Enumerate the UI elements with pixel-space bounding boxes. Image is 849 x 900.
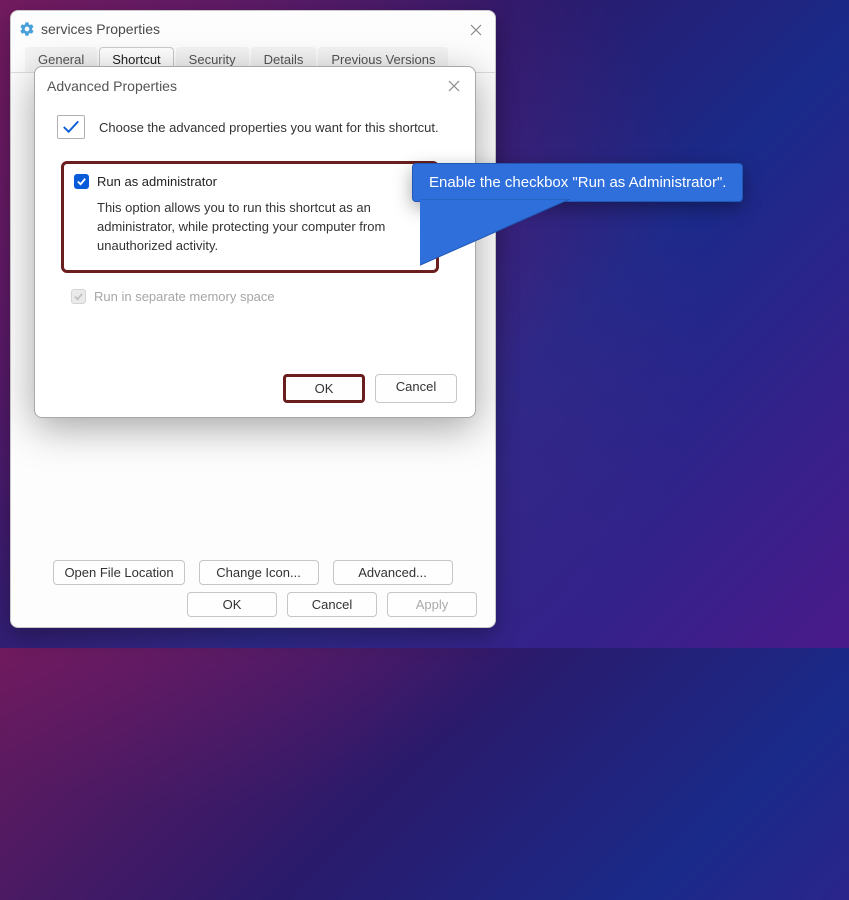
run-as-admin-row: Run as administrator — [74, 174, 422, 189]
advanced-properties-body: Choose the advanced properties you want … — [35, 105, 475, 304]
properties-title: services Properties — [41, 21, 160, 37]
choose-label: Choose the advanced properties you want … — [99, 120, 439, 135]
close-button[interactable] — [465, 19, 487, 41]
open-file-location-button[interactable]: Open File Location — [53, 560, 184, 585]
check-icon — [61, 119, 81, 135]
close-icon — [448, 80, 460, 92]
advanced-properties-title: Advanced Properties — [47, 78, 177, 94]
apply-button[interactable]: Apply — [387, 592, 477, 617]
advanced-properties-dialog: Advanced Properties Choose the advanced … — [34, 66, 476, 418]
cancel-button[interactable]: Cancel — [287, 592, 377, 617]
change-icon-button[interactable]: Change Icon... — [199, 560, 319, 585]
advanced-properties-titlebar[interactable]: Advanced Properties — [35, 67, 475, 105]
run-as-admin-label[interactable]: Run as administrator — [97, 174, 217, 189]
annotation-callout: Enable the checkbox "Run as Administrato… — [412, 163, 743, 202]
annotation-text: Enable the checkbox "Run as Administrato… — [412, 163, 743, 202]
separate-memory-row: Run in separate memory space — [71, 289, 457, 304]
check-icon — [76, 176, 87, 187]
properties-titlebar[interactable]: services Properties — [11, 11, 495, 47]
advanced-okcancel-row: OK Cancel — [283, 374, 457, 403]
ok-button[interactable]: OK — [283, 374, 365, 403]
separate-memory-checkbox — [71, 289, 86, 304]
separate-memory-label: Run in separate memory space — [94, 289, 275, 304]
run-as-admin-description: This option allows you to run this short… — [97, 199, 422, 256]
shortcut-action-buttons: Open File Location Change Icon... Advanc… — [51, 560, 455, 585]
gear-icon — [19, 21, 35, 37]
cancel-button[interactable]: Cancel — [375, 374, 457, 403]
ok-button[interactable]: OK — [187, 592, 277, 617]
properties-okcancel-row: OK Cancel Apply — [187, 592, 477, 617]
choose-row: Choose the advanced properties you want … — [57, 115, 457, 139]
run-as-admin-highlight: Run as administrator This option allows … — [61, 161, 439, 273]
close-button[interactable] — [443, 75, 465, 97]
close-icon — [470, 24, 482, 36]
check-icon — [73, 291, 84, 302]
shortcut-icon-box — [57, 115, 85, 139]
run-as-admin-checkbox[interactable] — [74, 174, 89, 189]
advanced-button[interactable]: Advanced... — [333, 560, 453, 585]
callout-tail-icon — [420, 199, 570, 279]
